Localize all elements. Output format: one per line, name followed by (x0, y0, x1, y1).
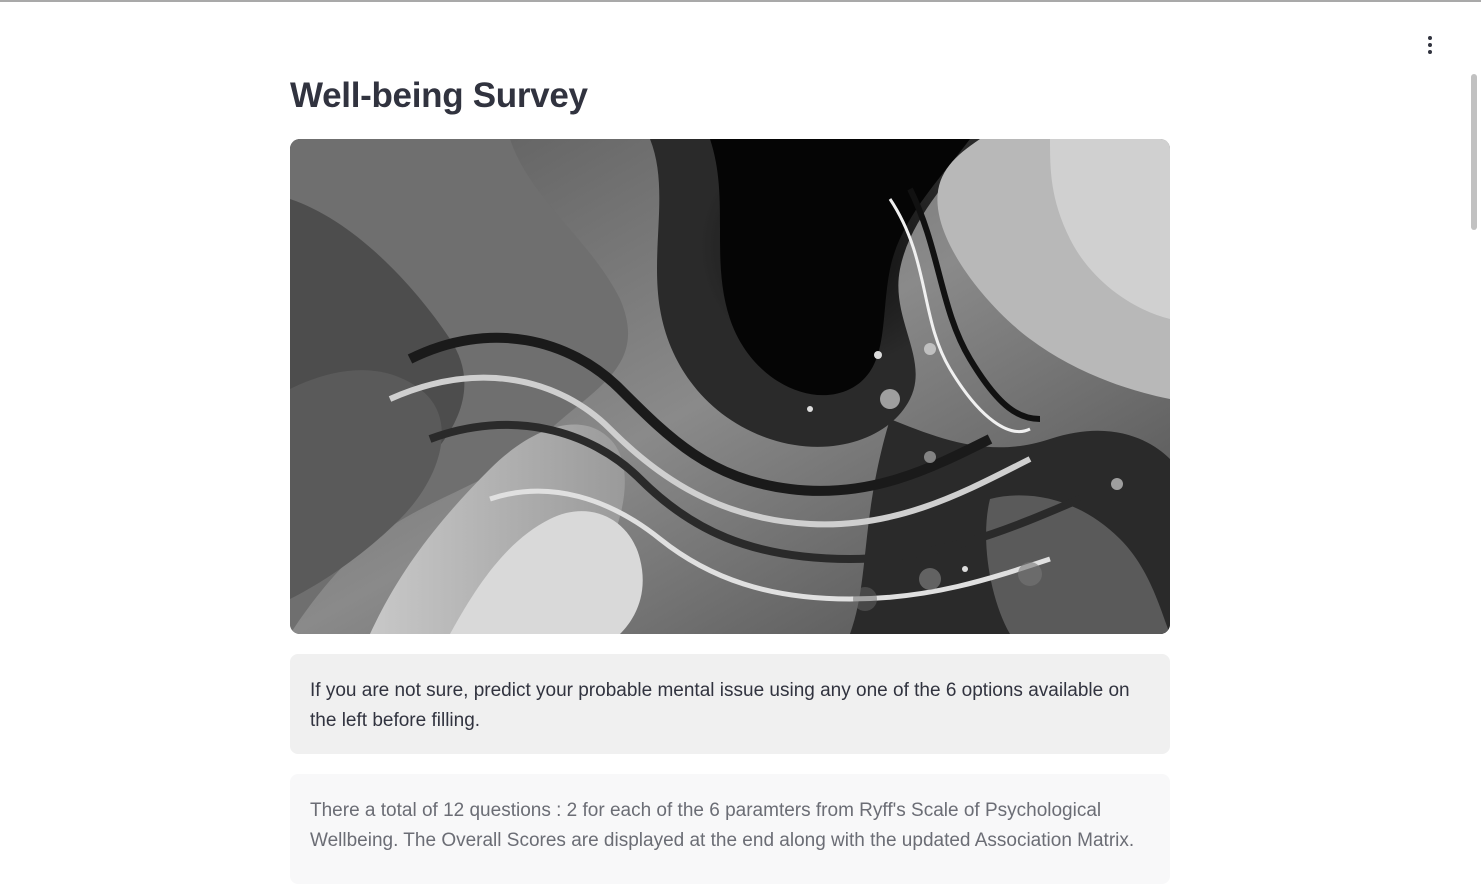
scrollbar-thumb[interactable] (1471, 74, 1477, 230)
info-alert: If you are not sure, predict your probab… (290, 654, 1170, 754)
abstract-fluid-art-image (290, 139, 1170, 634)
main-menu-button[interactable] (1418, 32, 1442, 58)
info-alert-text: If you are not sure, predict your probab… (310, 680, 1130, 731)
top-loading-bar (0, 0, 1481, 2)
kebab-dot (1428, 43, 1432, 47)
kebab-menu-icon (1428, 36, 1432, 40)
survey-description-box: There a total of 12 questions : 2 for ea… (290, 774, 1170, 884)
survey-description-text: There a total of 12 questions : 2 for ea… (310, 800, 1135, 851)
page-title: Well-being Survey (290, 76, 588, 115)
hero-image (290, 139, 1170, 634)
kebab-dot (1428, 50, 1432, 54)
